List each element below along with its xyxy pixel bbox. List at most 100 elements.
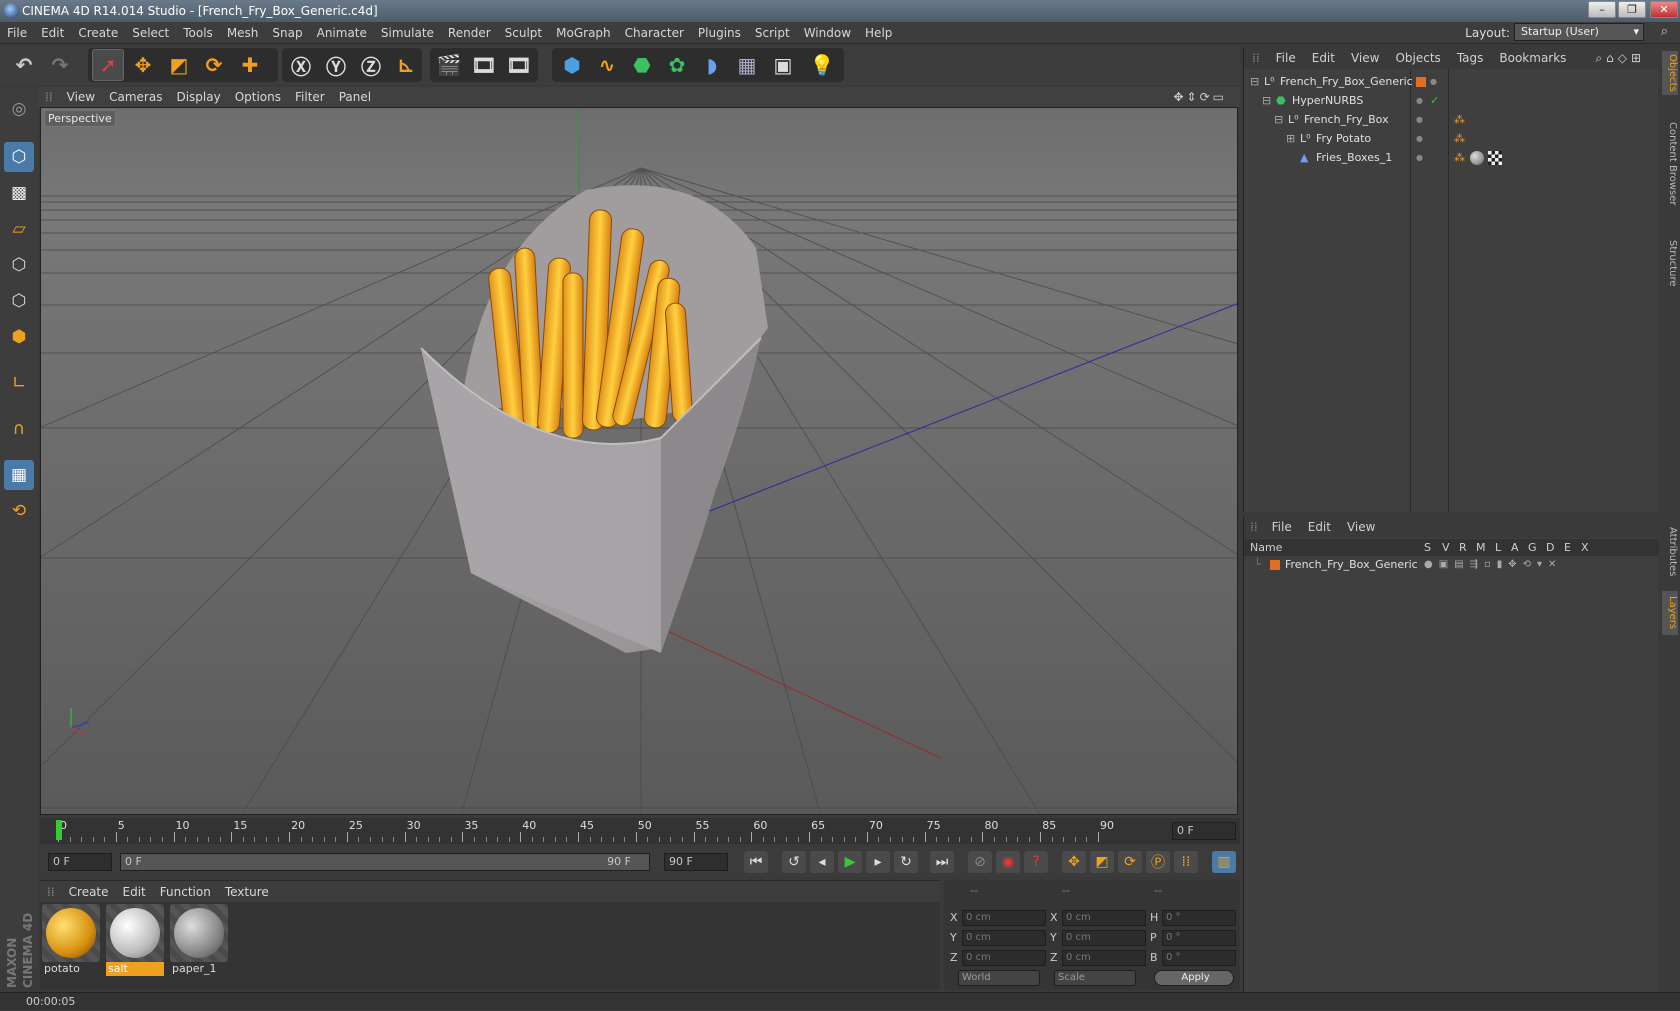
coordinate-system-icon[interactable]: ⊾ [390,49,422,81]
menu-help[interactable]: Help [858,22,899,44]
obj-menu-objects[interactable]: Objects [1387,47,1448,69]
key-pla-icon[interactable]: ⁞⁞ [1174,851,1198,873]
menu-file[interactable]: File [0,22,34,44]
play-icon[interactable]: ▶ [838,851,862,873]
tag-icon[interactable]: ⁂ [1454,110,1465,130]
material-paper-1[interactable]: paper_1 [170,904,228,978]
polygons-mode-icon[interactable]: ⬢ [4,322,34,352]
array-icon[interactable]: ✿ [661,49,693,81]
edges-mode-icon[interactable]: ⬡ [4,286,34,316]
texture-mode-icon[interactable]: ▩ [4,178,34,208]
menu-snap[interactable]: Snap [265,22,309,44]
x-axis-lock-icon[interactable]: Ⓧ [285,49,317,81]
layer-menu-file[interactable]: File [1264,516,1300,538]
material-potato[interactable]: potato [42,904,100,978]
apply-button[interactable]: Apply [1154,970,1234,986]
timeline-window-icon[interactable]: ▥ [1212,851,1236,873]
mat-menu-function[interactable]: Function [153,881,218,903]
collapse-icon[interactable]: ⊟ [1262,91,1271,111]
obj-menu-bookmarks[interactable]: Bookmarks [1491,47,1574,69]
key-parameter-icon[interactable]: Ⓟ [1146,851,1170,873]
key-scale-icon[interactable]: ◩ [1090,851,1114,873]
mat-menu-create[interactable]: Create [62,881,116,903]
size-y-field[interactable]: 0 cm [1062,930,1146,946]
rotate-icon[interactable]: ⟳ [198,49,230,81]
menu-window[interactable]: Window [797,22,858,44]
obj-menu-tags[interactable]: Tags [1449,47,1492,69]
material-salt[interactable]: salt [106,904,164,978]
expand-icon[interactable]: ⊞ [1286,129,1295,149]
rotation-h-field[interactable]: 0 ° [1162,910,1236,926]
cube-icon[interactable]: ⬢ [556,49,588,81]
key-rotation-icon[interactable]: ⟳ [1118,851,1142,873]
previous-frame-icon[interactable]: ◂ [810,851,834,873]
playhead[interactable] [56,820,62,840]
timeline-ruler[interactable]: 0 5 10 15 20 25 30 35 40 45 50 55 60 65 70 75 80 85 90 0 F [40,818,1240,844]
object-row-french-fry-box-generic[interactable]: ⊟ L⁰ French_Fry_Box_Generic ● [1244,72,1659,92]
object-manager-tools-icons[interactable]: ⌕⌂◇⊞ [1587,47,1653,69]
live-selection-icon[interactable]: ➚ [92,49,124,81]
tab-objects[interactable]: Objects [1662,51,1678,95]
menu-plugins[interactable]: Plugins [691,22,748,44]
make-editable-icon[interactable]: ◎ [4,94,34,124]
tab-structure[interactable]: Structure [1662,233,1678,293]
menu-sculpt[interactable]: Sculpt [498,22,549,44]
menu-tools[interactable]: Tools [176,22,220,44]
key-position-icon[interactable]: ✥ [1062,851,1086,873]
texture-tag-icon[interactable] [1488,151,1502,165]
layer-toggle-icons[interactable]: ●▣▤⇶▫▮✥⟲▾✕ [1424,556,1562,574]
minimize-button[interactable]: – [1588,1,1616,18]
vp-menu-options[interactable]: Options [228,87,288,107]
collapse-icon[interactable]: ⊟ [1274,110,1283,130]
deformer-icon[interactable]: ◗ [696,49,728,81]
redo-icon[interactable]: ↷ [44,49,76,81]
material-tag-icon[interactable] [1470,151,1484,165]
solo-icon[interactable]: ⟲ [4,496,34,526]
points-mode-icon[interactable]: ⬡ [4,250,34,280]
z-axis-lock-icon[interactable]: Ⓩ [355,49,387,81]
position-x-field[interactable]: 0 cm [962,910,1046,926]
camera-icon[interactable]: ▣ [767,49,799,81]
object-row-fries-boxes-1[interactable]: ▲ Fries_Boxes_1 ● ⁂ [1244,148,1659,168]
maximize-button[interactable]: ❐ [1618,1,1646,18]
mat-menu-edit[interactable]: Edit [116,881,153,903]
scale-icon[interactable]: ◩ [163,49,195,81]
visibility-dots-icon[interactable]: ● [1416,129,1423,149]
nurbs-icon[interactable]: ⬣ [626,49,658,81]
obj-menu-view[interactable]: View [1343,47,1387,69]
next-frame-icon[interactable]: ▸ [866,851,890,873]
go-to-end-icon[interactable]: ⏭ [930,851,954,873]
layer-color-icon[interactable] [1270,560,1280,570]
viewport-nav-icons[interactable]: ✥⇕⟳▭ [1166,87,1234,107]
current-frame-field[interactable]: 0 F [1172,822,1236,840]
size-mode-dropdown[interactable]: Scale [1054,970,1136,986]
menu-character[interactable]: Character [618,22,691,44]
visibility-dots-icon[interactable]: ● [1416,148,1423,168]
perspective-viewport[interactable]: Perspective [40,107,1238,815]
y-axis-lock-icon[interactable]: Ⓨ [320,49,352,81]
menu-select[interactable]: Select [125,22,176,44]
tab-attributes[interactable]: Attributes [1662,517,1678,587]
vp-menu-cameras[interactable]: Cameras [102,87,169,107]
spline-pen-icon[interactable]: ∿ [591,49,623,81]
next-key-icon[interactable]: ↻ [894,851,918,873]
layer-row[interactable]: └ French_Fry_Box_Generic ●▣▤⇶▫▮✥⟲▾✕ [1244,556,1659,574]
visibility-dots-icon[interactable]: ● [1416,91,1423,111]
collapse-icon[interactable]: ⊟ [1250,72,1259,92]
tab-layers[interactable]: Layers [1662,591,1678,635]
rotation-b-field[interactable]: 0 ° [1162,950,1236,966]
recent-tool-icon[interactable]: ✚ [234,49,266,81]
workplane-icon[interactable]: ▱ [4,214,34,244]
menu-script[interactable]: Script [748,22,797,44]
tab-content-browser[interactable]: Content Browser [1662,99,1678,229]
tag-icon[interactable]: ⁂ [1454,148,1465,168]
render-view-icon[interactable]: 🎬 [433,49,465,81]
position-y-field[interactable]: 0 cm [962,930,1046,946]
visibility-dots-icon[interactable]: ● [1430,72,1437,92]
snap-magnet-icon[interactable]: ∩ [4,414,34,444]
object-row-hypernurbs[interactable]: ⊟ ⬣ HyperNURBS ● ✓ [1244,91,1659,111]
move-icon[interactable]: ✥ [127,49,159,81]
obj-menu-file[interactable]: File [1268,47,1304,69]
menu-create[interactable]: Create [71,22,125,44]
rotation-p-field[interactable]: 0 ° [1162,930,1236,946]
